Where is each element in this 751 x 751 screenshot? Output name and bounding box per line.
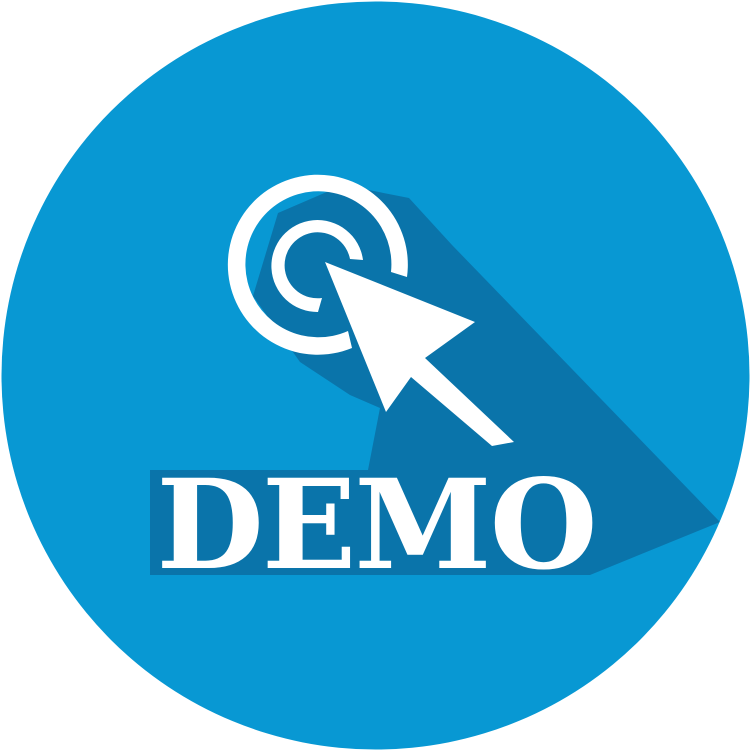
demo-label: DEMO	[156, 453, 595, 598]
demo-badge[interactable]: DEMO	[0, 0, 751, 751]
demo-badge-graphic: DEMO	[1, 1, 750, 750]
